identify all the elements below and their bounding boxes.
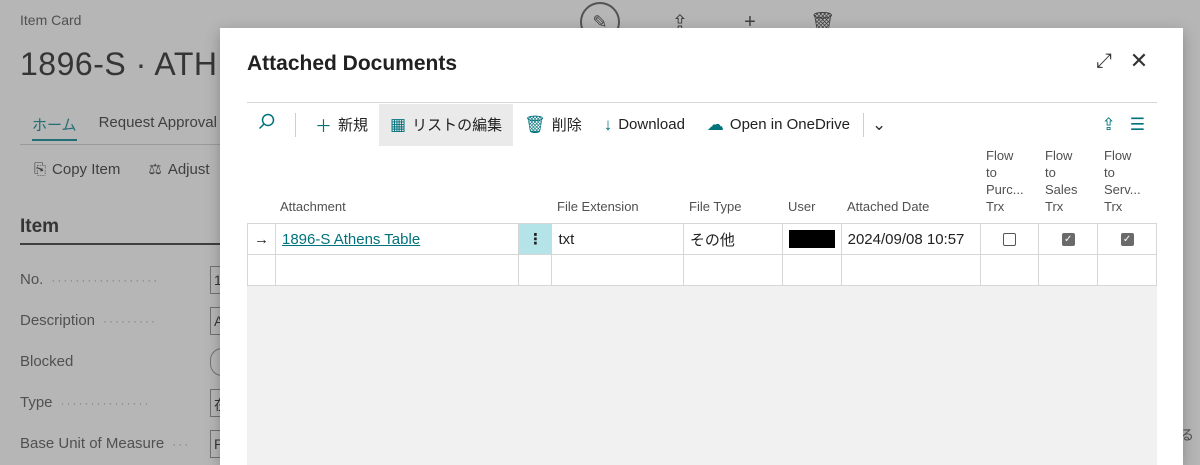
edit-list-label: リストの編集 <box>412 117 503 134</box>
attachment-cell: 1896-S Athens Table <box>274 223 520 255</box>
list-view-icon[interactable]: ☰ <box>1130 115 1145 135</box>
onedrive-label: Open in OneDrive <box>729 116 850 133</box>
empty-cell[interactable] <box>979 254 1040 286</box>
header-line: Flow <box>986 148 1014 163</box>
chevron-down-icon: ⌄ <box>871 114 887 134</box>
new-label: 新規 <box>338 117 369 134</box>
row-menu-icon[interactable]: ⋮ <box>518 223 553 255</box>
empty-cell[interactable] <box>1038 254 1099 286</box>
header-line: Trx <box>1045 199 1064 214</box>
grid-header: Attachment File Extension File Type User… <box>247 146 1157 223</box>
header-line: to <box>986 165 997 180</box>
file-type-cell[interactable]: その他 <box>682 223 783 255</box>
column-header-user[interactable]: User <box>788 198 815 215</box>
share-icon[interactable]: ⇪ <box>1102 115 1116 135</box>
open-in-onedrive-button[interactable]: ☁ Open in OneDrive <box>696 104 861 146</box>
edit-list-button[interactable]: ▦ リストの編集 <box>379 103 514 146</box>
toolbar: ＋ 新規 ▦ リストの編集 🗑 削除 ↓ Download ☁ Open in … <box>247 102 1157 146</box>
close-icon[interactable]: ✕ <box>1128 50 1150 72</box>
column-header-flow-sales[interactable]: Flow to Sales Trx <box>1045 147 1078 215</box>
delete-button[interactable]: 🗑 削除 <box>513 104 593 146</box>
column-header-flow-purchase[interactable]: Flow to Purc... Trx <box>986 147 1024 215</box>
header-line: Trx <box>1104 199 1123 214</box>
header-line: Sales <box>1045 182 1078 197</box>
empty-cell <box>247 254 276 286</box>
new-button[interactable]: ＋ 新規 <box>304 104 379 146</box>
flow-purchase-cell <box>979 223 1040 255</box>
plus-icon: ＋ <box>315 117 332 136</box>
attachments-table: → 1896-S Athens Table ⋮ txt その他 2024/09/… <box>247 223 1157 286</box>
empty-cell[interactable] <box>781 254 842 286</box>
delete-label: 削除 <box>551 117 582 134</box>
empty-cell[interactable] <box>840 254 981 286</box>
row-pointer-icon: → <box>247 223 276 255</box>
flow-purchase-checkbox[interactable] <box>1002 233 1016 247</box>
search-button[interactable] <box>247 104 287 146</box>
redacted-user <box>788 230 835 249</box>
attached-documents-dialog: Attached Documents ⤢ ✕ ＋ 新規 ▦ リストの編集 🗑 削… <box>220 28 1183 465</box>
header-line: Purc... <box>986 182 1024 197</box>
empty-cell <box>518 254 553 286</box>
attached-date-cell[interactable]: 2024/09/08 10:57 <box>840 223 981 255</box>
header-line: Serv... <box>1104 182 1141 197</box>
trash-icon: 🗑 <box>524 114 546 134</box>
empty-cell[interactable] <box>551 254 684 286</box>
file-extension-cell[interactable]: txt <box>551 223 684 255</box>
download-button[interactable]: ↓ Download <box>593 104 696 146</box>
flow-service-cell: ✓ <box>1097 223 1157 255</box>
empty-cell[interactable] <box>274 254 520 286</box>
header-line: Trx <box>986 199 1005 214</box>
toolbar-divider <box>862 112 864 137</box>
search-icon <box>258 113 276 136</box>
toolbar-divider <box>295 112 296 137</box>
toolbar-right: ⇪ ☰ <box>1102 115 1158 135</box>
column-header-file-type[interactable]: File Type <box>689 198 742 215</box>
table-row[interactable]: → 1896-S Athens Table ⋮ txt その他 2024/09/… <box>247 223 1157 255</box>
attachment-link[interactable]: 1896-S Athens Table <box>282 231 420 248</box>
attachments-grid: Attachment File Extension File Type User… <box>247 146 1157 465</box>
column-header-flow-service[interactable]: Flow to Serv... Trx <box>1104 147 1141 215</box>
download-label: Download <box>618 116 685 133</box>
user-cell[interactable] <box>781 223 842 255</box>
header-line: Flow <box>1045 148 1073 163</box>
expand-icon[interactable]: ⤢ <box>1093 50 1115 72</box>
more-actions-button[interactable]: ⌄ <box>866 104 892 146</box>
download-icon: ↓ <box>603 114 613 134</box>
header-line: to <box>1104 165 1115 180</box>
column-header-attachment[interactable]: Attachment <box>280 198 346 215</box>
cloud-icon: ☁ <box>706 114 724 134</box>
dialog-title: Attached Documents <box>247 52 458 75</box>
flow-service-checkbox[interactable]: ✓ <box>1120 233 1134 247</box>
empty-cell[interactable] <box>1097 254 1157 286</box>
flow-sales-checkbox[interactable]: ✓ <box>1061 233 1075 247</box>
column-header-file-extension[interactable]: File Extension <box>557 198 639 215</box>
header-line: to <box>1045 165 1056 180</box>
table-row-empty[interactable] <box>247 254 1157 286</box>
table-edit-icon: ▦ <box>390 114 407 134</box>
header-line: Flow <box>1104 148 1132 163</box>
flow-sales-cell: ✓ <box>1038 223 1099 255</box>
column-header-attached-date[interactable]: Attached Date <box>847 198 929 215</box>
empty-cell[interactable] <box>682 254 783 286</box>
